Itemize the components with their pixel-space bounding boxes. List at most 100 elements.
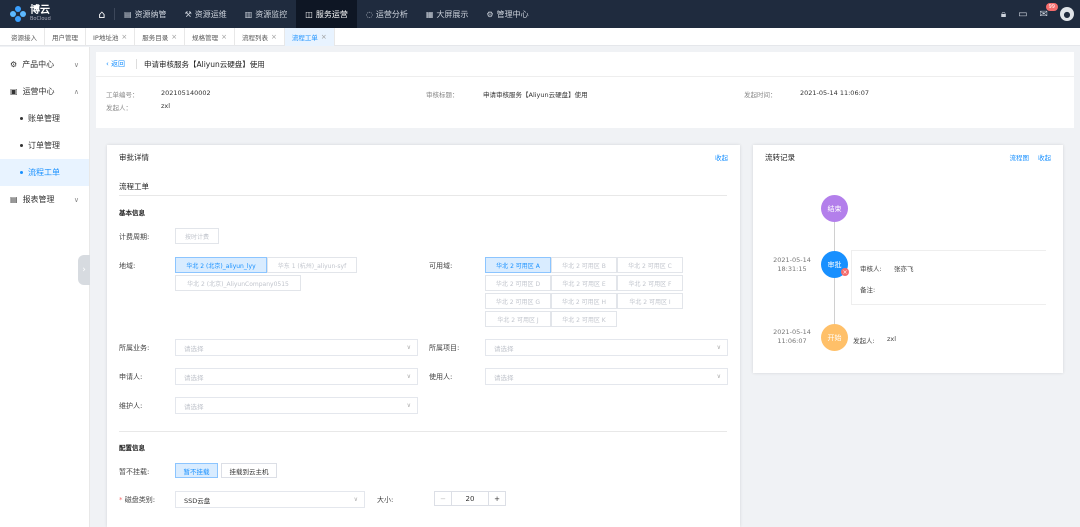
- sidebar-item-operation-center[interactable]: ▣ 运营中心 ∧: [0, 78, 89, 105]
- bullet-icon: [20, 171, 23, 174]
- lock-icon[interactable]: 🔒︎: [1001, 9, 1006, 20]
- zone-option[interactable]: 华北 2 可用区 C: [617, 257, 683, 273]
- header-line: [96, 76, 1074, 77]
- region-option[interactable]: 华北 2 (北京)_AliyunCompany0515: [175, 275, 301, 291]
- close-icon[interactable]: ×: [171, 33, 177, 41]
- approval-collapse-link[interactable]: 收起: [715, 152, 728, 162]
- close-icon[interactable]: ×: [221, 33, 227, 41]
- back-link[interactable]: ‹ 返回: [106, 59, 125, 69]
- mail-icon[interactable]: ✉ 99: [1040, 2, 1058, 20]
- size-decrease-button[interactable]: −: [434, 491, 452, 506]
- chevron-down-icon: ∨: [716, 344, 721, 351]
- top-right-tools: 🔒︎ ▭ ✉ 99 ●: [1001, 0, 1074, 28]
- close-icon[interactable]: ×: [271, 33, 277, 41]
- logo[interactable]: 博云 BoCloud: [0, 0, 90, 28]
- tab-user-management[interactable]: 用户管理: [45, 27, 86, 46]
- zone-option[interactable]: 华北 2 可用区 F: [617, 275, 683, 291]
- chevron-down-icon: ∨: [406, 373, 411, 380]
- zone-option[interactable]: 华北 2 可用区 H: [551, 293, 617, 309]
- tab-service-catalog[interactable]: 服务目录 ×: [135, 27, 186, 46]
- sidebar-item-process-ticket[interactable]: 流程工单: [0, 159, 89, 186]
- divider: [119, 195, 727, 196]
- initiator-field: 发起人：: [106, 104, 132, 112]
- operation-icon: ▣: [10, 87, 18, 96]
- bullet-icon: [20, 144, 23, 147]
- initiator-value: zxl: [161, 102, 171, 110]
- mount-none-button[interactable]: 暂不挂载: [175, 463, 218, 478]
- sidebar-item-reports[interactable]: ▤ 报表管理 ∨: [0, 186, 89, 213]
- nav-resource-ops[interactable]: ⚒ 资源运维: [176, 0, 236, 28]
- monitor-icon[interactable]: ▭: [1018, 9, 1027, 20]
- business-select[interactable]: 请选择 ∨: [175, 339, 418, 356]
- report-icon: ▤: [10, 195, 18, 204]
- user-label: 使用人:: [429, 373, 453, 381]
- config-info-heading: 配置信息: [119, 444, 145, 452]
- zone-option[interactable]: 华北 2 可用区 G: [485, 293, 551, 309]
- zone-option[interactable]: 华北 2 可用区 K: [551, 311, 617, 327]
- nav-operation-analysis[interactable]: ◌ 运营分析: [357, 0, 417, 28]
- home-icon[interactable]: ⌂: [90, 8, 114, 21]
- reviewer-label: 审核人:: [860, 265, 882, 273]
- nav-resource-management[interactable]: ▤ 资源纳管: [115, 0, 176, 28]
- sidebar-item-orders[interactable]: 订单管理: [0, 132, 89, 159]
- flow-title: 流程工单: [119, 182, 149, 191]
- project-select[interactable]: 请选择 ∨: [485, 339, 728, 356]
- sidebar-item-product-center[interactable]: ⚙ 产品中心 ∨: [0, 51, 89, 78]
- nav-admin-center[interactable]: ⚙ 管理中心: [477, 0, 537, 28]
- region-option[interactable]: 华北 2 (北京)_aliyun_lyy: [175, 257, 267, 273]
- disk-type-label: * 磁盘类别:: [119, 496, 156, 504]
- storage-icon: ▤: [124, 9, 132, 19]
- divider: [119, 431, 727, 432]
- size-input[interactable]: 20: [452, 491, 488, 506]
- zone-option[interactable]: 华北 2 可用区 I: [617, 293, 683, 309]
- start-timestamp: 2021-05-14 11:06:07: [773, 328, 811, 345]
- sidebar: ⚙ 产品中心 ∨ ▣ 运营中心 ∧ 账单管理 订单管理 流程工单 ▤ 报表管理 ∨: [0, 47, 90, 527]
- region-option[interactable]: 华东 1 (杭州)_aliyun-syf: [267, 257, 357, 273]
- flow-collapse-link[interactable]: 收起: [1038, 152, 1051, 162]
- sidebar-item-billing[interactable]: 账单管理: [0, 105, 89, 132]
- applicant-select[interactable]: 请选择 ∨: [175, 368, 418, 385]
- tab-resource-access[interactable]: 资源接入: [4, 27, 45, 46]
- flow-chart-link[interactable]: 流程图: [1010, 152, 1030, 162]
- time-value: 2021-05-14 11:06:07: [800, 89, 870, 97]
- chevron-down-icon: ∨: [716, 373, 721, 380]
- nav-resource-monitor[interactable]: ▥ 资源监控: [236, 0, 297, 28]
- avatar[interactable]: ●: [1060, 7, 1074, 21]
- nav-big-screen[interactable]: ▦ 大屏展示: [417, 0, 478, 28]
- approve-info-box: 审核人: 张亦飞 备注:: [851, 250, 1046, 305]
- zone-option[interactable]: 华北 2 可用区 D: [485, 275, 551, 291]
- nav-service-operation[interactable]: ◫ 服务运营: [296, 0, 357, 28]
- logo-mark-icon: [10, 6, 26, 22]
- maintainer-select[interactable]: 请选择 ∨: [175, 397, 418, 414]
- sidebar-collapse-handle[interactable]: ›: [78, 255, 90, 285]
- tab-ip-pool[interactable]: IP地址池 ×: [86, 27, 136, 46]
- chevron-down-icon: ∨: [353, 496, 358, 503]
- tab-spec-management[interactable]: 规格管理 ×: [185, 27, 235, 46]
- logo-name: 博云: [30, 5, 50, 16]
- tab-process-ticket[interactable]: 流程工单 ×: [284, 27, 335, 46]
- zone-option[interactable]: 华北 2 可用区 B: [551, 257, 617, 273]
- close-icon[interactable]: ×: [321, 33, 327, 41]
- user-select[interactable]: 请选择 ∨: [485, 368, 728, 385]
- disk-type-select[interactable]: SSD云盘 ∨: [175, 491, 365, 508]
- billing-value[interactable]: 按时计费: [175, 228, 219, 244]
- chevron-down-icon: ∨: [406, 344, 411, 351]
- page-tabs: 资源接入 用户管理 IP地址池 × 服务目录 × 规格管理 × 流程列表 × 流程工单 ×: [0, 27, 1080, 46]
- screen-icon: ▦: [425, 9, 434, 19]
- reject-icon: ×: [841, 268, 849, 276]
- wrench-icon: ⚒: [184, 9, 192, 19]
- zone-option[interactable]: 华北 2 可用区 J: [485, 311, 551, 327]
- tab-process-list[interactable]: 流程列表 ×: [235, 27, 285, 46]
- chevron-up-icon: ∧: [73, 87, 79, 96]
- chevron-down-icon: ∨: [406, 402, 411, 409]
- close-icon[interactable]: ×: [121, 33, 127, 41]
- mount-to-vm-button[interactable]: 挂载到云主机: [221, 463, 277, 478]
- time-field: 发起时间：: [744, 91, 777, 99]
- start-initiator-label: 发起人:: [853, 337, 875, 345]
- billing-label: 计费周期:: [119, 233, 150, 241]
- zone-label: 可用域:: [429, 262, 453, 270]
- size-increase-button[interactable]: +: [488, 491, 506, 506]
- zone-option[interactable]: 华北 2 可用区 E: [551, 275, 617, 291]
- main-nav: ⌂ ▤ 资源纳管 ⚒ 资源运维 ▥ 资源监控 ◫ 服务运营 ◌ 运营分析 ▦ 大屏展示 ⚙ 管…: [90, 0, 538, 28]
- zone-option[interactable]: 华北 2 可用区 A: [485, 257, 551, 273]
